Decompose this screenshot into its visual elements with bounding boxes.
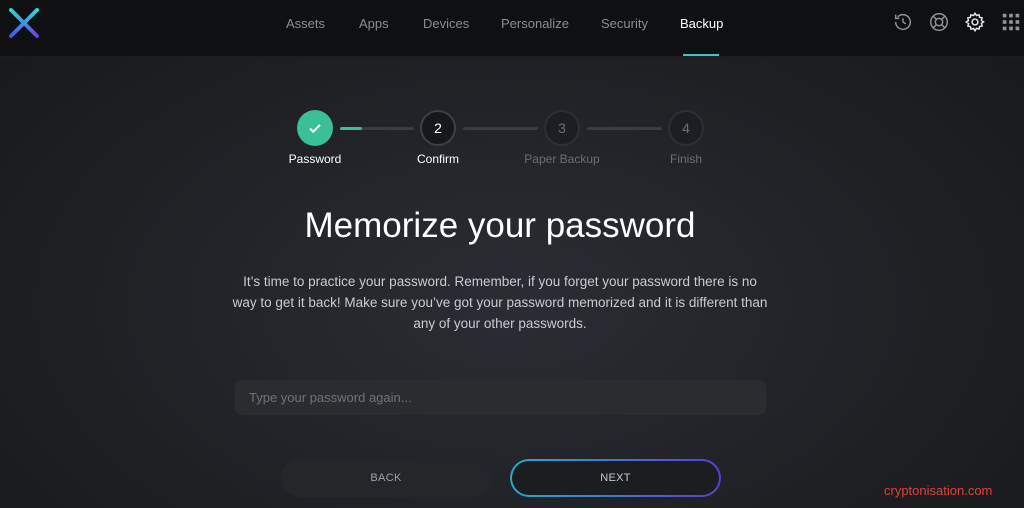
nav-backup[interactable]: Backup [680, 14, 723, 34]
step-4-number: 4 [682, 120, 690, 136]
history-icon[interactable] [892, 11, 914, 33]
gear-icon[interactable] [964, 11, 986, 33]
password-confirm-input[interactable] [235, 380, 766, 415]
step-connector-3 [587, 127, 662, 130]
step-3-circle: 3 [544, 110, 580, 146]
step-4-circle: 4 [668, 110, 704, 146]
nav-apps[interactable]: Apps [359, 14, 389, 34]
step-connector-1 [340, 127, 414, 130]
watermark-text: cryptonisation.com [884, 483, 993, 498]
nav-security[interactable]: Security [601, 14, 648, 34]
page-title: Memorize your password [304, 206, 696, 245]
nav-assets[interactable]: Assets [286, 14, 325, 34]
step-1-label: Password [288, 152, 342, 166]
main-nav: Assets Apps Devices Personalize Security… [0, 0, 1024, 57]
next-button-label: NEXT [600, 472, 631, 484]
step-2-number: 2 [434, 120, 442, 136]
nav-active-indicator [683, 54, 719, 56]
grid-icon[interactable] [1000, 11, 1022, 33]
step-connector-2 [463, 127, 538, 130]
step-2-circle: 2 [420, 110, 456, 146]
back-button-label: BACK [370, 472, 402, 484]
step-3-label: Paper Backup [524, 152, 600, 166]
top-bar: Assets Apps Devices Personalize Security… [0, 0, 1024, 57]
step-4-label: Finish [669, 152, 702, 166]
step-connector-1-progress [340, 127, 363, 130]
next-button[interactable]: NEXT [510, 459, 721, 497]
nav-personalize[interactable]: Personalize [501, 14, 569, 34]
step-1-check [297, 110, 333, 146]
nav-devices[interactable]: Devices [423, 14, 469, 34]
step-2-label: Confirm [416, 152, 459, 166]
page-description: It’s time to practice your password. Rem… [232, 274, 768, 331]
back-button[interactable]: BACK [281, 459, 491, 497]
step-3-number: 3 [558, 120, 566, 136]
lifebuoy-icon[interactable] [928, 11, 950, 33]
checkmark-icon [309, 124, 321, 134]
